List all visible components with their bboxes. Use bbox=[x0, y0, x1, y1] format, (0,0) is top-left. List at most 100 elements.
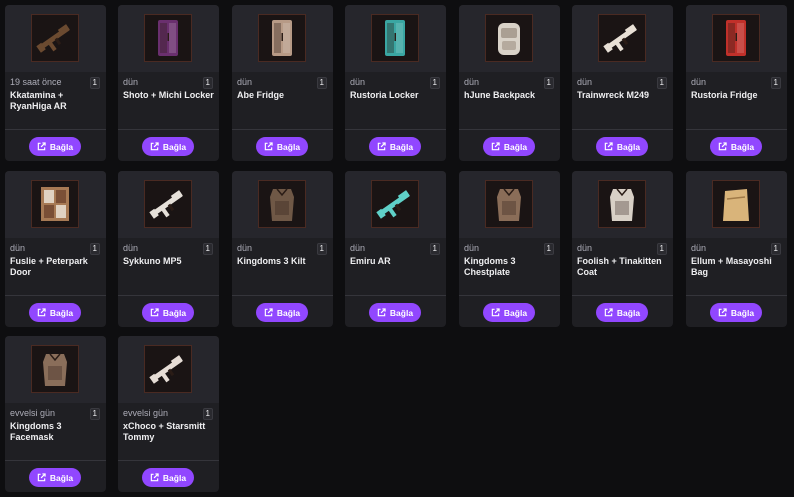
item-card: dün 1 Foolish + Tinakitten Coat Bağla bbox=[572, 171, 673, 327]
item-thumbnail bbox=[31, 14, 79, 62]
link-button[interactable]: Bağla bbox=[29, 468, 81, 487]
item-name: Trainwreck M249 bbox=[577, 90, 650, 100]
item-time: dün bbox=[123, 77, 139, 87]
item-name: Kingdoms 3 Facemask bbox=[10, 421, 62, 442]
item-info: dün 1 Abe Fridge bbox=[232, 72, 333, 129]
item-name: Sykkuno MP5 bbox=[123, 256, 182, 266]
link-button[interactable]: Bağla bbox=[596, 303, 648, 322]
external-link-icon bbox=[377, 308, 386, 317]
link-button-label: Bağla bbox=[49, 472, 74, 483]
item-card: dün 1 Ellum + Masayoshi Bag Bağla bbox=[686, 171, 787, 327]
item-info: evvelsi gün 1 Kingdoms 3 Facemask bbox=[5, 403, 106, 460]
item-quantity-badge: 1 bbox=[543, 243, 554, 255]
item-time: dün bbox=[577, 243, 593, 253]
item-name: Rustoria Fridge bbox=[691, 90, 758, 100]
item-actions: Bağla bbox=[118, 295, 219, 327]
link-button[interactable]: Bağla bbox=[483, 303, 535, 322]
item-time: dün bbox=[464, 243, 480, 253]
item-quantity-badge: 1 bbox=[89, 408, 100, 420]
item-image-area bbox=[572, 171, 673, 238]
item-image-area bbox=[572, 5, 673, 72]
item-actions: Bağla bbox=[5, 129, 106, 161]
item-info: dün 1 Trainwreck M249 bbox=[572, 72, 673, 129]
item-info: dün 1 Kingdoms 3 Kilt bbox=[232, 238, 333, 295]
item-name: Kingdoms 3 Kilt bbox=[237, 256, 306, 266]
external-link-icon bbox=[264, 308, 273, 317]
external-link-icon bbox=[491, 308, 500, 317]
item-image-area bbox=[118, 5, 219, 72]
link-button[interactable]: Bağla bbox=[29, 303, 81, 322]
item-time: dün bbox=[237, 243, 253, 253]
item-name: Abe Fridge bbox=[237, 90, 285, 100]
rifle-icon bbox=[376, 190, 410, 219]
item-card: dün 1 Kingdoms 3 Chestplate Bağla bbox=[459, 171, 560, 327]
door-icon bbox=[41, 187, 69, 221]
link-button[interactable]: Bağla bbox=[256, 137, 308, 156]
link-button[interactable]: Bağla bbox=[256, 303, 308, 322]
item-time: dün bbox=[464, 77, 480, 87]
item-image-area bbox=[232, 171, 333, 238]
link-button-label: Bağla bbox=[389, 307, 414, 318]
external-link-icon bbox=[264, 142, 273, 151]
item-name: Rustoria Locker bbox=[350, 90, 419, 100]
smg-icon bbox=[149, 190, 183, 219]
item-image-area bbox=[686, 171, 787, 238]
item-image-area bbox=[118, 171, 219, 238]
bag-icon bbox=[723, 189, 749, 221]
tommy-gun-icon bbox=[149, 355, 183, 384]
item-quantity-badge: 1 bbox=[543, 77, 554, 89]
item-image-area bbox=[345, 5, 446, 72]
item-card: 19 saat önce 1 Kkatamina + RyanHiga AR B… bbox=[5, 5, 106, 161]
item-info: dün 1 Rustoria Locker bbox=[345, 72, 446, 129]
link-button-label: Bağla bbox=[730, 307, 755, 318]
item-info: dün 1 Ellum + Masayoshi Bag bbox=[686, 238, 787, 295]
item-time: dün bbox=[350, 243, 366, 253]
external-link-icon bbox=[150, 142, 159, 151]
item-info: dün 1 Kingdoms 3 Chestplate bbox=[459, 238, 560, 295]
fridge-icon bbox=[272, 20, 292, 56]
item-card: dün 1 Fuslie + Peterpark Door Bağla bbox=[5, 171, 106, 327]
item-actions: Bağla bbox=[345, 129, 446, 161]
link-button[interactable]: Bağla bbox=[142, 303, 194, 322]
item-actions: Bağla bbox=[572, 295, 673, 327]
item-card: evvelsi gün 1 xChoco + Starsmitt Tommy B… bbox=[118, 336, 219, 492]
link-button-label: Bağla bbox=[389, 141, 414, 152]
link-button-label: Bağla bbox=[616, 141, 641, 152]
item-quantity-badge: 1 bbox=[316, 77, 327, 89]
link-button[interactable]: Bağla bbox=[29, 137, 81, 156]
item-thumbnail bbox=[598, 180, 646, 228]
item-image-area bbox=[459, 5, 560, 72]
link-button[interactable]: Bağla bbox=[369, 137, 421, 156]
chestplate-icon bbox=[497, 188, 521, 221]
item-info: dün 1 Foolish + Tinakitten Coat bbox=[572, 238, 673, 295]
locker-icon bbox=[385, 20, 405, 56]
item-actions: Bağla bbox=[118, 460, 219, 492]
link-button[interactable]: Bağla bbox=[710, 303, 762, 322]
link-button[interactable]: Bağla bbox=[483, 137, 535, 156]
item-card: dün 1 Trainwreck M249 Bağla bbox=[572, 5, 673, 161]
link-button-label: Bağla bbox=[276, 307, 301, 318]
external-link-icon bbox=[604, 142, 613, 151]
item-name: Kingdoms 3 Chestplate bbox=[464, 256, 516, 277]
item-name: xChoco + Starsmitt Tommy bbox=[123, 421, 206, 442]
link-button[interactable]: Bağla bbox=[596, 137, 648, 156]
item-image-area bbox=[118, 336, 219, 403]
link-button[interactable]: Bağla bbox=[710, 137, 762, 156]
item-time: dün bbox=[691, 77, 707, 87]
item-time: dün bbox=[123, 243, 139, 253]
link-button[interactable]: Bağla bbox=[142, 468, 194, 487]
item-time: evvelsi gün bbox=[10, 408, 56, 418]
item-actions: Bağla bbox=[345, 295, 446, 327]
coat-icon bbox=[610, 188, 634, 221]
item-thumbnail bbox=[31, 180, 79, 228]
item-image-area bbox=[459, 171, 560, 238]
item-card: evvelsi gün 1 Kingdoms 3 Facemask Bağla bbox=[5, 336, 106, 492]
item-info: dün 1 Shoto + Michi Locker bbox=[118, 72, 219, 129]
item-thumbnail bbox=[144, 180, 192, 228]
facemask-icon bbox=[43, 353, 67, 386]
item-info: dün 1 hJune Backpack bbox=[459, 72, 560, 129]
item-time: dün bbox=[350, 77, 366, 87]
item-image-area bbox=[5, 336, 106, 403]
link-button[interactable]: Bağla bbox=[369, 303, 421, 322]
link-button[interactable]: Bağla bbox=[142, 137, 194, 156]
